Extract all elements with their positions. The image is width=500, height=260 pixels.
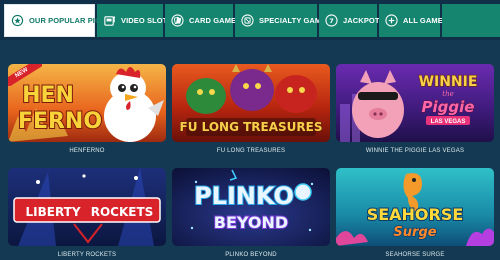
logo-line: BEYOND bbox=[214, 213, 288, 232]
logo-line: Surge bbox=[393, 225, 436, 240]
logo-line: FERNO bbox=[18, 109, 102, 134]
game-title[interactable]: LIBERTY ROCKETS bbox=[8, 252, 166, 258]
game-title[interactable]: SEAHORSE SURGE bbox=[336, 252, 494, 258]
game-thumbnail[interactable]: WINNIE the Piggie LAS VEGAS bbox=[336, 64, 494, 142]
tab-bar-filler bbox=[442, 4, 500, 37]
game-thumbnail[interactable]: LIBERTY ROCKETS bbox=[8, 168, 166, 246]
tab-specialty-games[interactable]: SPECIALTY GAMES bbox=[235, 4, 331, 37]
game-card-liberty-rockets[interactable]: LIBERTY ROCKETS LIBERTY ROCKETS bbox=[8, 168, 166, 258]
game-title[interactable]: FU LONG TREASURES bbox=[172, 148, 330, 154]
dice-icon bbox=[241, 14, 254, 27]
tab-our-popular-picks[interactable]: OUR POPULAR PICKS bbox=[4, 4, 111, 37]
game-thumbnail[interactable]: SEAHORSE Surge bbox=[336, 168, 494, 246]
tab-label: CARD GAMES bbox=[189, 16, 242, 25]
game-grid: NEW HEN FERNO HENFERNO FU LONG TREASURES… bbox=[0, 40, 500, 260]
game-title[interactable]: WINNIE THE PIGGIE LAS VEGAS bbox=[336, 148, 494, 154]
logo-line: HEN bbox=[22, 83, 74, 108]
tab-jackpots[interactable]: 7 JACKPOTS bbox=[319, 4, 385, 37]
logo-line: Piggie bbox=[422, 98, 475, 116]
logo-line: SEAHORSE bbox=[367, 205, 464, 224]
game-title[interactable]: PLINKO BEYOND bbox=[172, 252, 330, 258]
liberty-rockets-artwork: LIBERTY ROCKETS bbox=[8, 168, 166, 246]
game-card-winnie-the-piggie[interactable]: WINNIE the Piggie LAS VEGAS WINNIE THE P… bbox=[336, 64, 494, 154]
logo-line: LIBERTY bbox=[25, 205, 80, 219]
logo-line: the bbox=[442, 90, 453, 98]
game-thumbnail[interactable]: NEW HEN FERNO bbox=[8, 64, 166, 142]
popular-picks-icon bbox=[11, 14, 24, 27]
winnie-artwork: WINNIE the Piggie LAS VEGAS bbox=[336, 64, 494, 142]
game-thumbnail[interactable]: PLINKO BEYOND bbox=[172, 168, 330, 246]
game-title[interactable]: HENFERNO bbox=[8, 148, 166, 154]
cards-icon bbox=[171, 14, 184, 27]
tab-card-games[interactable]: CARD GAMES bbox=[165, 4, 241, 37]
henferno-logo: HEN FERNO bbox=[17, 82, 103, 135]
logo-line: WINNIE bbox=[419, 74, 478, 90]
logo-line: FU LONG TREASURES bbox=[180, 120, 323, 134]
game-card-henferno[interactable]: NEW HEN FERNO HENFERNO bbox=[8, 64, 166, 154]
seahorse-artwork: SEAHORSE Surge bbox=[336, 168, 494, 246]
tab-video-slots[interactable]: VIDEO SLOTS bbox=[97, 4, 172, 37]
jackpot-icon: 7 bbox=[325, 14, 338, 27]
tab-all-games[interactable]: ALL GAMES bbox=[379, 4, 448, 37]
game-thumbnail[interactable]: FU LONG TREASURES bbox=[172, 64, 330, 142]
slot-machine-icon bbox=[103, 14, 116, 27]
game-card-seahorse-surge[interactable]: SEAHORSE Surge SEAHORSE SURGE bbox=[336, 168, 494, 258]
game-card-fu-long-treasures[interactable]: FU LONG TREASURES FU LONG TREASURES bbox=[172, 64, 330, 154]
category-tab-bar: OUR POPULAR PICKS VIDEO SLOTS CARD GAMES… bbox=[0, 0, 500, 40]
plus-icon bbox=[385, 14, 398, 27]
logo-line: ROCKETS bbox=[91, 205, 154, 219]
game-card-plinko-beyond[interactable]: PLINKO BEYOND PLINKO BEYOND bbox=[172, 168, 330, 258]
logo-line: LAS VEGAS bbox=[431, 119, 466, 125]
fu-long-artwork: FU LONG TREASURES bbox=[172, 64, 330, 142]
svg-text:7: 7 bbox=[329, 17, 334, 25]
logo-line: PLINKO bbox=[194, 182, 294, 210]
plinko-artwork: PLINKO BEYOND bbox=[172, 168, 330, 246]
